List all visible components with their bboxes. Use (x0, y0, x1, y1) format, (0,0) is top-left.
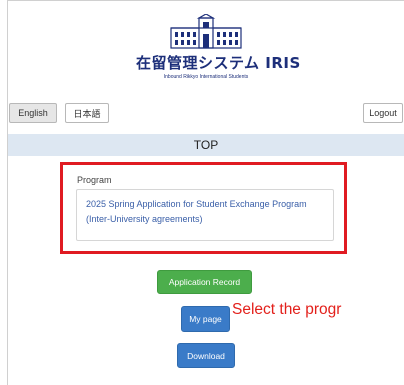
application-record-button[interactable]: Application Record (157, 270, 252, 294)
program-label: Program (77, 175, 112, 185)
program-name[interactable]: 2025 Spring Application for Student Exch… (86, 199, 307, 224)
program-link[interactable]: 2025 Spring Application for Student Exch… (76, 189, 334, 241)
logo-subtitle: Inbound Rikkyo International Students (163, 74, 249, 80)
iris-logo: 在留管理システム IRIS Inbound Rikkyo Internation… (136, 14, 301, 92)
download-button[interactable]: Download (177, 343, 235, 368)
page-title-bar: TOP (8, 134, 404, 156)
viewport: 在留管理システム IRIS Inbound Rikkyo Internation… (0, 0, 404, 385)
logo-title: 在留管理システム IRIS (136, 54, 301, 72)
building-icon (170, 14, 242, 49)
my-page-button[interactable]: My page (181, 306, 230, 332)
english-button[interactable]: English (9, 103, 57, 123)
japanese-button[interactable]: 日本語 (65, 103, 109, 123)
logout-button[interactable]: Logout (363, 103, 403, 123)
instruction-annotation: Select the progr (232, 301, 342, 318)
page-title: TOP (193, 138, 219, 152)
